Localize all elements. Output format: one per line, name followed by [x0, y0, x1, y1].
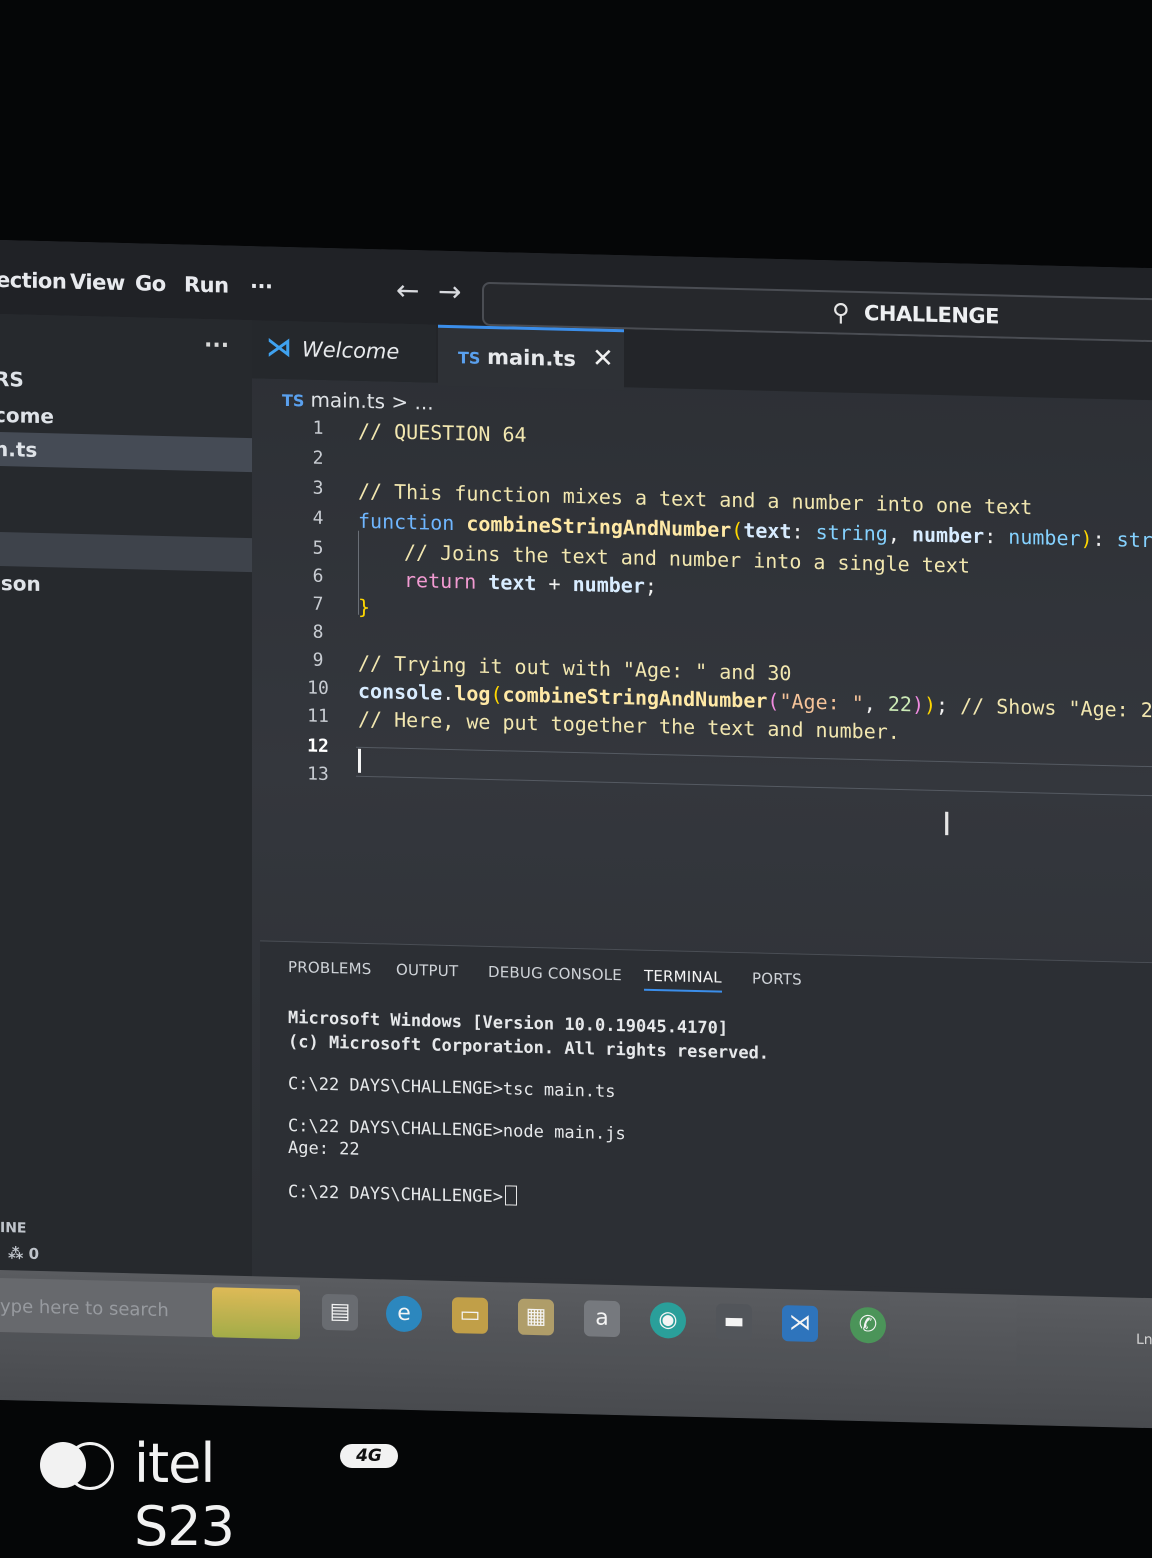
current-line-highlight: [356, 746, 1152, 797]
tab-problems[interactable]: PROBLEMS: [288, 958, 371, 978]
sidebar-item-json[interactable]: json: [0, 566, 252, 606]
line-number: 5: [312, 537, 324, 559]
arrow-left-icon[interactable]: ←: [396, 274, 419, 308]
line-number: 13: [307, 763, 329, 786]
arrow-right-icon[interactable]: →: [438, 275, 461, 309]
store-icon[interactable]: ▦: [518, 1298, 554, 1336]
line-number: 6: [312, 565, 324, 587]
tab-debug-console[interactable]: DEBUG CONSOLE: [488, 963, 622, 984]
line-number: 9: [312, 649, 324, 671]
line-number: 4: [312, 507, 324, 529]
sidebar-footer: INE ⁂ 0: [0, 1210, 252, 1276]
tab-terminal[interactable]: TERMINAL: [644, 966, 722, 993]
watermark-logo-icon: [40, 1442, 116, 1490]
command-center-label: CHALLENGE: [864, 301, 1000, 329]
taskbar-clock: Ln: [1136, 1331, 1152, 1349]
sidebar-row-label: come: [0, 402, 54, 429]
code-text: return text + number;: [404, 567, 657, 599]
menu-go[interactable]: Go: [135, 271, 166, 296]
tab-welcome[interactable]: ⋊ Welcome: [252, 320, 436, 383]
taskbar-search-box[interactable]: ype here to search: [0, 1278, 300, 1340]
typescript-icon: TS: [458, 348, 481, 368]
tab-main-ts[interactable]: TS main.ts ✕: [438, 324, 624, 391]
watermark-badge: 4G: [340, 1444, 398, 1468]
watermark-brand: itel S23: [134, 1432, 235, 1558]
tab-main-filename: main.ts: [487, 344, 576, 372]
sidebar-row-label: RS: [0, 366, 24, 392]
search-icon: ⚲: [832, 298, 850, 327]
sidebar-more-button[interactable]: ···: [204, 333, 229, 359]
taskbar-search-placeholder: ype here to search: [0, 1296, 169, 1322]
edge-browser-icon[interactable]: e: [386, 1295, 422, 1333]
terminal-prompt: C:\22 DAYS\CHALLENGE>: [288, 1180, 517, 1208]
line-number: 11: [307, 705, 329, 728]
explorer-sidebar: ··· RS come n.ts json: [0, 314, 252, 1321]
breadcrumb-symbol[interactable]: ...: [415, 390, 434, 414]
outline-section-label[interactable]: INE: [0, 1220, 27, 1237]
bottom-panel: PROBLEMS OUTPUT DEBUG CONSOLE TERMINAL P…: [260, 940, 1152, 1294]
terminal-cursor: [504, 1185, 517, 1206]
sidebar-item-main-ts[interactable]: n.ts: [0, 432, 252, 473]
tab-welcome-label: Welcome: [302, 337, 400, 364]
sidebar-row-label: n.ts: [0, 436, 38, 462]
typescript-icon: TS: [282, 390, 305, 411]
line-number: 3: [312, 477, 324, 499]
file-explorer-icon[interactable]: ▭: [452, 1297, 488, 1334]
windows-taskbar: ype here to search ▤ e ▭ ▦ a ◉ ▬ ⋊ ✆ Ln: [0, 1270, 1152, 1429]
line-number: 10: [307, 677, 329, 700]
menu-run[interactable]: Run: [184, 272, 229, 297]
watermark-circle-ring: [66, 1442, 114, 1490]
ports-status[interactable]: ⁂ 0: [8, 1244, 39, 1263]
menu-selection[interactable]: ection: [0, 268, 66, 294]
menu-view[interactable]: View: [70, 270, 125, 295]
line-number: 7: [312, 593, 324, 615]
breadcrumb[interactable]: TS main.ts > ...: [282, 387, 434, 415]
vscode-icon: ⋊: [266, 332, 292, 364]
search-highlight-image: [212, 1287, 300, 1340]
line-number-active: 12: [307, 735, 329, 758]
code-editor[interactable]: 1 // QUESTION 64 2 3 // This function mi…: [282, 417, 1152, 958]
tab-main-label: TS main.ts: [458, 344, 576, 371]
code-text: }: [358, 594, 371, 620]
text-cursor: [358, 748, 361, 773]
terminal-line: Age: 22: [288, 1138, 360, 1160]
app-icon[interactable]: a: [584, 1300, 620, 1338]
tab-output[interactable]: OUTPUT: [396, 961, 458, 981]
whatsapp-icon[interactable]: ✆: [850, 1306, 886, 1344]
menu-more-button[interactable]: ···: [250, 274, 272, 299]
line-number: 1: [312, 417, 324, 439]
monitor-screen: ection View Go Run ··· ← → ⚲ CHALLENGE ·…: [0, 240, 1152, 1429]
terminal-line: C:\22 DAYS\CHALLENGE>tsc main.ts: [288, 1074, 616, 1103]
chrome-icon[interactable]: ◉: [650, 1301, 686, 1339]
chevron-right-icon: >: [391, 389, 409, 414]
sidebar-row-label: json: [0, 570, 41, 596]
photos-icon[interactable]: ▬: [716, 1303, 752, 1341]
ibeam-cursor-icon: I: [942, 805, 952, 844]
terminal-prompt-text: C:\22 DAYS\CHALLENGE>: [288, 1182, 503, 1208]
vscode-taskbar-icon[interactable]: ⋊: [782, 1305, 818, 1342]
line-number: 8: [312, 621, 324, 643]
line-number: 2: [312, 447, 324, 469]
sidebar-section-header[interactable]: RS: [0, 362, 252, 402]
task-view-icon[interactable]: ▤: [322, 1293, 358, 1331]
tab-ports[interactable]: PORTS: [752, 969, 802, 988]
close-icon[interactable]: ✕: [592, 343, 614, 374]
code-text: // QUESTION 64: [358, 418, 527, 447]
breadcrumb-file[interactable]: main.ts: [310, 388, 385, 414]
